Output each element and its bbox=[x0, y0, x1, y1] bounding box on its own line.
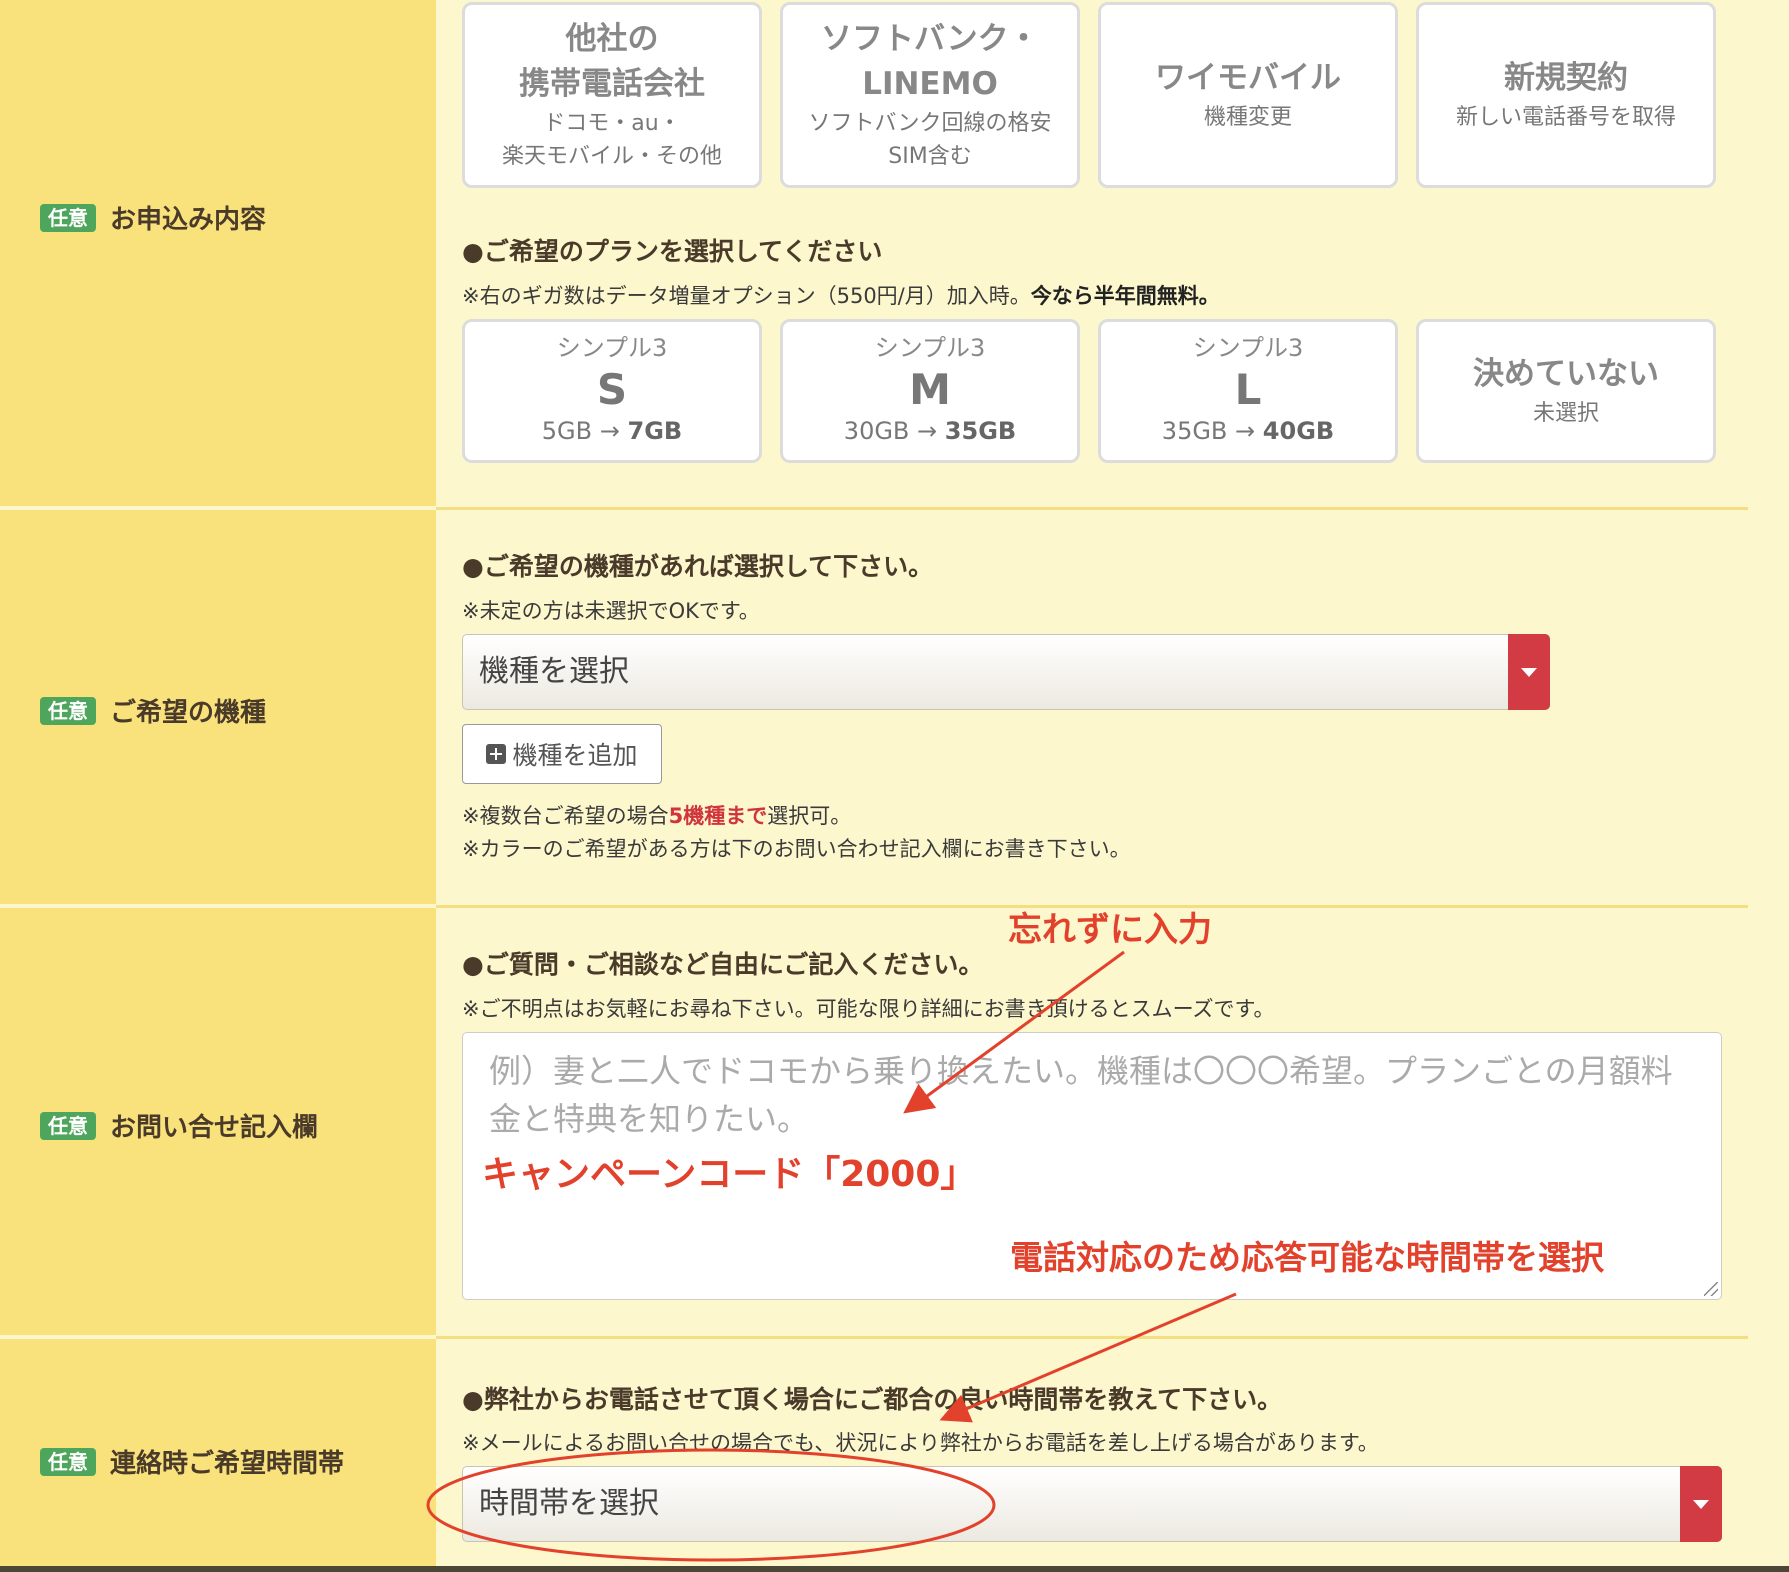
plan-name: 決めていない bbox=[1473, 356, 1659, 393]
plan-option-l[interactable]: シンプル3 L 35GB → 40GB bbox=[1098, 319, 1398, 463]
carrier-label: 新規契約 bbox=[1504, 60, 1628, 97]
plan-name: シンプル3 bbox=[556, 334, 668, 363]
device-heading: ●ご希望の機種があれば選択して下さい。 bbox=[462, 552, 934, 581]
plan-data-from: 35GB bbox=[1161, 416, 1228, 445]
plan-option-undecided[interactable]: 決めていない 未選択 bbox=[1416, 319, 1716, 463]
plan-note: ※右のギガ数はデータ増量オプション（550円/月）加入時。今なら半年間無料。 bbox=[462, 280, 1220, 310]
arrow-glyph: → bbox=[917, 416, 938, 445]
annotation-phone-hint: 電話対応のため応答可能な時間帯を選択 bbox=[1010, 1238, 1604, 1277]
carrier-option-new[interactable]: 新規契約 新しい電話番号を取得 bbox=[1416, 2, 1716, 188]
annotation-campaign-code: キャンペーンコード「2000」 bbox=[482, 1154, 977, 1195]
device-note-multi-a: ※複数台ご希望の場合 bbox=[462, 804, 669, 828]
device-select[interactable]: 機種を選択 bbox=[462, 634, 1550, 710]
form-page: 任意 お申込み内容 任意 ご希望の機種 任意 お問い合せ記入欄 任意 連絡時ご希… bbox=[0, 0, 1789, 1566]
device-select-value: 機種を選択 bbox=[479, 654, 629, 689]
plan-data-from: 30GB bbox=[843, 416, 910, 445]
add-device-label: 機種を追加 bbox=[512, 741, 638, 770]
carrier-option-softbank[interactable]: ソフトバンク・ LINEMO ソフトバンク回線の格安 SIM含む bbox=[780, 2, 1080, 188]
plan-sublabel: 未選択 bbox=[1532, 400, 1599, 426]
plus-square-icon bbox=[486, 744, 507, 764]
time-heading: ●弊社からお電話させて頂く場合にご都合の良い時間帯を教えて下さい。 bbox=[462, 1385, 1283, 1414]
carrier-label: ワイモバイル bbox=[1155, 60, 1341, 97]
add-device-button[interactable]: 機種を追加 bbox=[462, 724, 662, 784]
plan-option-s[interactable]: シンプル3 S 5GB → 7GB bbox=[462, 319, 762, 463]
row-title: お問い合せ記入欄 bbox=[110, 1113, 319, 1143]
plan-data-from: 5GB bbox=[541, 416, 593, 445]
arrow-glyph: → bbox=[599, 416, 620, 445]
plan-data-to: 35GB bbox=[944, 416, 1017, 445]
resize-grip-icon[interactable] bbox=[1704, 1282, 1718, 1296]
row-label-time: 任意 連絡時ご希望時間帯 bbox=[40, 1443, 344, 1480]
plan-heading: ●ご希望のプランを選択してください bbox=[462, 237, 883, 266]
carrier-label: 携帯電話会社 bbox=[519, 66, 705, 102]
arrow-glyph: → bbox=[1235, 416, 1256, 445]
row-divider bbox=[0, 1335, 436, 1339]
optional-badge: 任意 bbox=[40, 1447, 96, 1476]
time-note: ※メールによるお問い合せの場合でも、状況により弊社からお電話を差し上げる場合があ… bbox=[462, 1431, 1379, 1455]
row-label-contract: 任意 お申込み内容 bbox=[40, 199, 266, 236]
carrier-label: ソフトバンク・ bbox=[821, 21, 1039, 58]
row-divider bbox=[436, 1336, 1748, 1339]
device-note-multi-b: 選択可。 bbox=[767, 804, 852, 828]
row-divider bbox=[0, 506, 436, 510]
plan-name: シンプル3 bbox=[1192, 334, 1304, 363]
row-label-device: 任意 ご希望の機種 bbox=[40, 692, 266, 729]
inquiry-note: ※ご不明点はお気軽にお尋ね下さい。可能な限り詳細にお書き頂けるとスムーズです。 bbox=[462, 997, 1275, 1021]
carrier-label: 他社の bbox=[565, 21, 659, 58]
carrier-sublabel: 新しい電話番号を取得 bbox=[1455, 104, 1676, 130]
optional-badge: 任意 bbox=[40, 1111, 96, 1140]
dropdown-arrow-icon[interactable] bbox=[1508, 634, 1550, 710]
carrier-sublabel: ソフトバンク回線の格安 bbox=[808, 110, 1052, 136]
plan-size: L bbox=[1234, 364, 1262, 414]
plan-data-to: 40GB bbox=[1262, 416, 1335, 445]
optional-badge: 任意 bbox=[40, 203, 96, 232]
plan-data-to: 7GB bbox=[627, 416, 683, 445]
plan-note-text: ※右のギガ数はデータ増量オプション（550円/月）加入時。 bbox=[462, 284, 1031, 308]
device-note: ※未定の方は未選択でOKです。 bbox=[462, 599, 760, 623]
row-title: ご希望の機種 bbox=[110, 698, 267, 728]
inquiry-heading: ●ご質問・ご相談など自由にご記入ください。 bbox=[462, 950, 984, 979]
time-select-value: 時間帯を選択 bbox=[479, 1486, 659, 1521]
device-note-multi-red: 5機種まで bbox=[668, 804, 768, 828]
plan-note-bold: 今なら半年間無料。 bbox=[1030, 284, 1220, 308]
row-title: 連絡時ご希望時間帯 bbox=[110, 1449, 345, 1479]
carrier-sublabel: 機種変更 bbox=[1203, 104, 1292, 130]
row-title: お申込み内容 bbox=[110, 205, 267, 235]
row-divider bbox=[436, 507, 1748, 510]
plan-name: シンプル3 bbox=[874, 334, 986, 363]
time-select[interactable]: 時間帯を選択 bbox=[462, 1466, 1722, 1542]
carrier-label: LINEMO bbox=[862, 66, 998, 102]
bottom-strip bbox=[0, 1566, 1789, 1572]
device-note-multi: ※複数台ご希望の場合5機種まで選択可。 bbox=[462, 800, 851, 830]
carrier-sublabel: 楽天モバイル・その他 bbox=[501, 143, 722, 169]
plan-size: M bbox=[909, 364, 951, 414]
carrier-option-ymobile[interactable]: ワイモバイル 機種変更 bbox=[1098, 2, 1398, 188]
inquiry-placeholder: 例）妻と二人でドコモから乗り換えたい。機種は〇〇〇希望。プランごとの月額料金と特… bbox=[489, 1052, 1673, 1138]
annotation-reminder: 忘れずに入力 bbox=[1008, 910, 1212, 950]
plan-size: S bbox=[596, 364, 628, 414]
carrier-sublabel: SIM含む bbox=[888, 143, 972, 169]
optional-badge: 任意 bbox=[40, 696, 96, 725]
plan-data: 30GB → 35GB bbox=[844, 415, 1016, 449]
carrier-sublabel: ドコモ・au・ bbox=[543, 110, 681, 136]
device-note-color: ※カラーのご希望がある方は下のお問い合わせ記入欄にお書き下さい。 bbox=[462, 837, 1131, 861]
row-divider bbox=[0, 904, 436, 908]
plan-data: 5GB → 7GB bbox=[542, 415, 682, 449]
plan-data: 35GB → 40GB bbox=[1162, 415, 1334, 449]
row-label-inquiry: 任意 お問い合せ記入欄 bbox=[40, 1107, 318, 1144]
dropdown-arrow-icon[interactable] bbox=[1680, 1466, 1722, 1542]
plan-option-m[interactable]: シンプル3 M 30GB → 35GB bbox=[780, 319, 1080, 463]
carrier-option-other[interactable]: 他社の 携帯電話会社 ドコモ・au・ 楽天モバイル・その他 bbox=[462, 2, 762, 188]
